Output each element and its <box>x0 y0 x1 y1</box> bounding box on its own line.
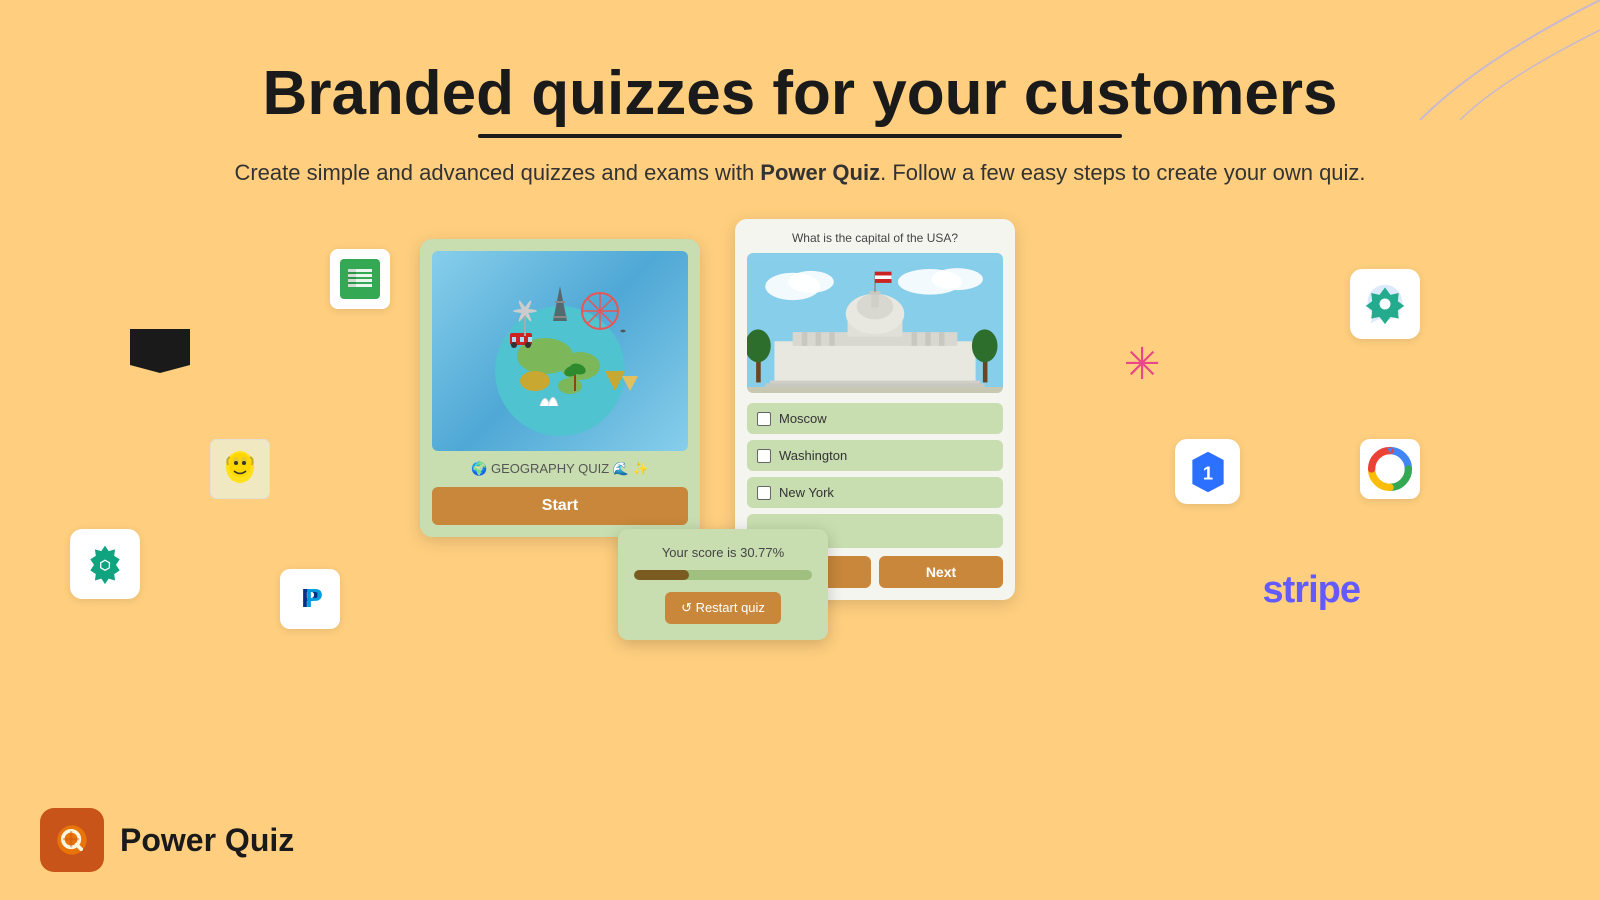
start-quiz-button[interactable]: Start <box>432 487 688 525</box>
geography-quiz-card: 🌍 GEOGRAPHY QUIZ 🌊 ✨ Start <box>420 239 700 537</box>
stripe-text: stripe <box>1263 569 1360 612</box>
paypal-svg: P P <box>290 579 330 619</box>
svg-text:⬡: ⬡ <box>99 558 110 573</box>
mailchimp-icon <box>210 439 270 499</box>
restart-button[interactable]: ↺ Restart quiz <box>665 592 781 624</box>
answer-moscow-text: Moscow <box>779 411 827 426</box>
checkbox-newyork[interactable] <box>757 486 771 500</box>
score-text: Your score is 30.77% <box>634 545 812 560</box>
snowflake-icon: ✳ <box>1115 339 1170 394</box>
title-text: Branded quizzes for your customers <box>263 59 1338 128</box>
mailchimp-svg <box>210 439 270 499</box>
subtitle-start: Create simple and advanced quizzes and e… <box>234 160 760 185</box>
quiz-question: What is the capital of the USA? <box>747 231 1003 245</box>
subtitle-end: . Follow a few easy steps to create your… <box>880 160 1365 185</box>
font-flag-icon <box>130 329 190 373</box>
page-title: Branded quizzes for your customers <box>263 60 1338 138</box>
svg-text:1: 1 <box>1202 462 1212 483</box>
capitol-photo <box>747 253 1003 393</box>
answer-washington[interactable]: Washington <box>747 440 1003 471</box>
svg-text:P: P <box>305 583 322 613</box>
brand-logo <box>40 808 104 872</box>
onepw-svg: 1 <box>1185 449 1231 495</box>
progress-bar-background <box>634 570 812 580</box>
globe-illustration <box>470 261 650 441</box>
checkbox-moscow[interactable] <box>757 412 771 426</box>
svg-text:✳: ✳ <box>1124 340 1161 389</box>
google-sheets-icon <box>330 249 390 309</box>
answer-washington-text: Washington <box>779 448 847 463</box>
stripe-icon: stripe <box>1263 569 1360 612</box>
paypal-icon: P P <box>280 569 340 629</box>
snowflake-svg: ✳ <box>1115 339 1170 394</box>
recaptcha-icon <box>1360 439 1420 499</box>
checkbox-washington[interactable] <box>757 449 771 463</box>
answer-new-york[interactable]: New York <box>747 477 1003 508</box>
brand-name: Power Quiz <box>120 822 294 859</box>
openai-right-svg <box>1363 282 1407 326</box>
openai-right-icon <box>1350 269 1420 339</box>
header-section: Branded quizzes for your customers Creat… <box>0 0 1600 189</box>
answer-moscow[interactable]: Moscow <box>747 403 1003 434</box>
subtitle-brand: Power Quiz <box>760 160 880 185</box>
next-button[interactable]: Next <box>879 556 1003 588</box>
onepw-icon: 1 <box>1175 439 1240 504</box>
subtitle: Create simple and advanced quizzes and e… <box>0 156 1600 189</box>
score-card: Your score is 30.77% ↺ Restart quiz <box>618 529 828 640</box>
chatgpt-left-icon: ⬡ <box>70 529 140 599</box>
branding-section: Power Quiz <box>40 808 294 872</box>
capitol-svg <box>747 253 1003 393</box>
progress-bar-fill <box>634 570 689 580</box>
quiz-card-1-image <box>432 251 688 451</box>
answer-newyork-text: New York <box>779 485 834 500</box>
content-area: ⬡ P P <box>0 189 1600 889</box>
brand-logo-svg <box>50 818 94 862</box>
quiz-card-1-title: 🌍 GEOGRAPHY QUIZ 🌊 ✨ <box>432 461 688 477</box>
flag-svg <box>130 329 190 373</box>
chatgpt-svg: ⬡ <box>83 542 127 586</box>
sheets-svg <box>340 259 380 299</box>
recaptcha-svg <box>1367 446 1413 492</box>
